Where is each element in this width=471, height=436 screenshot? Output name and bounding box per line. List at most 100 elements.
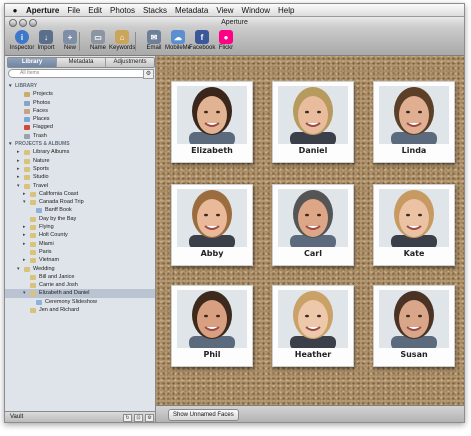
menu-stacks[interactable]: Stacks xyxy=(143,6,167,15)
toolbar-flickr-button[interactable]: ● Flickr xyxy=(213,30,239,51)
sidebar-item-photos[interactable]: Photos xyxy=(5,99,155,107)
search-input[interactable]: All Items xyxy=(8,69,150,78)
sidebar-item-jen-and-richard[interactable]: Jen and Richard xyxy=(5,306,155,314)
disclosure-open-icon[interactable]: ▾ xyxy=(17,265,20,273)
face-card[interactable]: Carl xyxy=(272,184,354,266)
disclosure-closed-icon[interactable]: ▸ xyxy=(23,240,26,248)
face-name-label[interactable]: Abby xyxy=(172,249,252,258)
disclosure-closed-icon[interactable]: ▸ xyxy=(17,165,20,173)
toolbar-facebook-button[interactable]: f Facebook xyxy=(189,30,215,51)
sidebar-item-miami[interactable]: ▸ Miami xyxy=(5,240,155,248)
sidebar-item-label: Wedding xyxy=(33,265,55,272)
sidebar-item-projects[interactable]: Projects xyxy=(5,90,155,98)
toolbar-inspector-button[interactable]: i Inspector xyxy=(9,30,35,51)
disclosure-closed-icon[interactable]: ▸ xyxy=(17,173,20,181)
tab-library[interactable]: Library xyxy=(8,58,57,67)
menu-view[interactable]: View xyxy=(216,6,233,15)
gear-icon[interactable]: ⚙ xyxy=(143,69,154,79)
folder-icon xyxy=(24,166,30,172)
face-name-label[interactable]: Phil xyxy=(172,350,252,359)
face-photo xyxy=(278,290,348,348)
vault-gear-icon[interactable]: ⚙ xyxy=(145,414,154,422)
face-card[interactable]: Daniel xyxy=(272,81,354,163)
sidebar-item-trash[interactable]: Trash xyxy=(5,132,155,140)
sidebar-item-elizabeth-and-daniel[interactable]: ▾ Elizabeth and Daniel xyxy=(5,289,155,298)
sidebar-item-nature[interactable]: ▸ Nature xyxy=(5,157,155,165)
face-name-label[interactable]: Carl xyxy=(273,249,353,258)
face-card[interactable]: Kate xyxy=(373,184,455,266)
menu-metadata[interactable]: Metadata xyxy=(175,6,208,15)
disclosure-closed-icon[interactable]: ▸ xyxy=(17,157,20,165)
vault-sync-icon[interactable]: ↻ xyxy=(123,414,132,422)
sidebar-item-vietnam[interactable]: ▸ Vietnam xyxy=(5,256,155,264)
disclosure-open-icon[interactable]: ▾ xyxy=(9,140,12,148)
toolbar-name-button[interactable]: ▭ Name xyxy=(85,30,111,51)
face-card[interactable]: Phil xyxy=(171,285,253,367)
menu-file[interactable]: File xyxy=(67,6,80,15)
face-name-label[interactable]: Linda xyxy=(374,146,454,155)
name-icon: ▭ xyxy=(91,30,105,44)
face-name-label[interactable]: Elizabeth xyxy=(172,146,252,155)
show-unnamed-faces-button[interactable]: Show Unnamed Faces xyxy=(168,409,239,421)
vault-add-icon[interactable]: ⊡ xyxy=(134,414,143,422)
toolbar-import-button[interactable]: ↓ Import xyxy=(33,30,59,51)
sidebar-item-holt-county[interactable]: ▸ Holt County xyxy=(5,231,155,239)
face-card[interactable]: Heather xyxy=(272,285,354,367)
disclosure-closed-icon[interactable]: ▸ xyxy=(23,190,26,198)
tab-metadata[interactable]: Metadata xyxy=(57,58,106,67)
sidebar-item-paris[interactable]: Paris xyxy=(5,248,155,256)
library-tree: ▾ LIBRARY Projects Photos Faces Places Flagged… xyxy=(5,82,155,314)
tab-adjustments[interactable]: Adjustments xyxy=(106,58,154,67)
sidebar-item-carrie-and-josh[interactable]: Carrie and Josh xyxy=(5,281,155,289)
sidebar-item-wedding[interactable]: ▾ Wedding xyxy=(5,265,155,273)
menu-app[interactable]: Aperture xyxy=(26,6,59,15)
disclosure-open-icon[interactable]: ▾ xyxy=(23,198,26,206)
menu-window[interactable]: Window xyxy=(242,6,270,15)
sidebar-item-canada-road-trip[interactable]: ▾ Canada Road Trip xyxy=(5,198,155,206)
menu-photos[interactable]: Photos xyxy=(110,6,135,15)
sidebar-item-banff-book[interactable]: Banff Book xyxy=(5,206,155,214)
sidebar-item-travel[interactable]: ▾ Travel xyxy=(5,182,155,190)
sidebar-item-studio[interactable]: ▸ Studio xyxy=(5,173,155,181)
vault-bar: Vault ↻ ⊡ ⚙ xyxy=(5,411,155,422)
disclosure-closed-icon[interactable]: ▸ xyxy=(23,231,26,239)
face-name-label[interactable]: Kate xyxy=(374,249,454,258)
disclosure-open-icon[interactable]: ▾ xyxy=(23,289,26,297)
sidebar-item-ceremony-slideshow[interactable]: Ceremony Slideshow xyxy=(5,298,155,306)
face-card[interactable]: Elizabeth xyxy=(171,81,253,163)
keywords-icon: ⌂ xyxy=(115,30,129,44)
disclosure-open-icon[interactable]: ▾ xyxy=(9,82,12,90)
close-window-button[interactable] xyxy=(9,19,17,27)
toolbar-keywords-button[interactable]: ⌂ Keywords xyxy=(109,30,135,51)
sidebar-item-day-by-the-bay[interactable]: Day by the Bay xyxy=(5,215,155,223)
toolbar-mobileme-button[interactable]: ☁ MobileMe xyxy=(165,30,191,51)
disclosure-closed-icon[interactable]: ▸ xyxy=(17,148,20,156)
face-name-label[interactable]: Susan xyxy=(374,350,454,359)
face-name-label[interactable]: Daniel xyxy=(273,146,353,155)
menu-edit[interactable]: Edit xyxy=(88,6,102,15)
folder-icon xyxy=(30,249,36,255)
disclosure-closed-icon[interactable]: ▸ xyxy=(23,256,26,264)
sidebar-item-california-coast[interactable]: ▸ California Coast xyxy=(5,190,155,198)
face-card[interactable]: Abby xyxy=(171,184,253,266)
sidebar-item-flagged[interactable]: Flagged xyxy=(5,123,155,131)
sidebar-item-bill-and-janice[interactable]: Bill and Janice xyxy=(5,273,155,281)
menu-help[interactable]: Help xyxy=(278,6,294,15)
zoom-window-button[interactable] xyxy=(29,19,37,27)
minimize-window-button[interactable] xyxy=(19,19,27,27)
apple-menu-icon[interactable]: ● xyxy=(10,6,20,15)
toolbar-label: Email xyxy=(146,45,162,51)
face-card[interactable]: Susan xyxy=(373,285,455,367)
face-card[interactable]: Linda xyxy=(373,81,455,163)
sidebar-item-places[interactable]: Places xyxy=(5,115,155,123)
face-name-label[interactable]: Heather xyxy=(273,350,353,359)
portrait-image xyxy=(278,290,348,348)
disclosure-closed-icon[interactable]: ▸ xyxy=(23,223,26,231)
folder-icon xyxy=(30,200,36,206)
toolbar-email-button[interactable]: ✉ Email xyxy=(141,30,167,51)
sidebar-item-sports[interactable]: ▸ Sports xyxy=(5,165,155,173)
sidebar-item-flying[interactable]: ▸ Flying xyxy=(5,223,155,231)
sidebar-item-library-albums[interactable]: ▸ Library Albums xyxy=(5,148,155,156)
disclosure-open-icon[interactable]: ▾ xyxy=(17,182,20,190)
sidebar-item-faces[interactable]: Faces xyxy=(5,107,155,115)
